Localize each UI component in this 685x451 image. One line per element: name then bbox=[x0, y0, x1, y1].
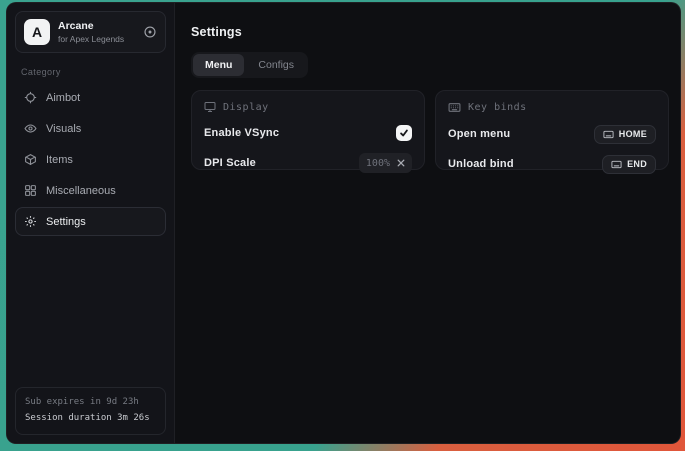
app-header-card: A Arcane for Apex Legends bbox=[15, 11, 166, 53]
vsync-checkbox[interactable] bbox=[396, 125, 412, 141]
session-duration-text: Session duration 3m 26s bbox=[25, 411, 156, 426]
main-content: Settings Menu Configs Display bbox=[175, 3, 681, 443]
sidebar-item-visuals[interactable]: Visuals bbox=[15, 114, 166, 143]
crosshair-icon bbox=[24, 91, 37, 104]
sidebar-item-aimbot[interactable]: Aimbot bbox=[15, 83, 166, 112]
open-menu-bind-button[interactable]: HOME bbox=[594, 125, 656, 144]
subscription-info: Sub expires in 9d 23h Session duration 3… bbox=[15, 387, 166, 435]
sidebar-item-label: Aimbot bbox=[46, 92, 80, 104]
category-label: Category bbox=[21, 67, 160, 77]
clear-icon[interactable] bbox=[397, 159, 405, 167]
app-window: A Arcane for Apex Legends Category bbox=[6, 2, 681, 444]
gear-icon bbox=[24, 215, 37, 228]
open-menu-label: Open menu bbox=[448, 128, 510, 140]
sidebar-item-items[interactable]: Items bbox=[15, 145, 166, 174]
dpi-row: DPI Scale 100% bbox=[204, 153, 412, 173]
page-title: Settings bbox=[191, 25, 669, 39]
unload-bind-label: Unload bind bbox=[448, 158, 514, 170]
cube-icon bbox=[24, 153, 37, 166]
sidebar-item-settings[interactable]: Settings bbox=[15, 207, 166, 236]
sidebar-nav: Aimbot Visuals Items bbox=[15, 83, 166, 236]
display-card-title: Display bbox=[223, 102, 269, 113]
target-circle-icon[interactable] bbox=[143, 25, 157, 39]
keybinds-card: Key binds Open menu HOME Unload bin bbox=[435, 90, 669, 170]
app-subtitle: for Apex Legends bbox=[58, 34, 124, 44]
unload-bind-key: END bbox=[627, 159, 647, 169]
sidebar-item-label: Settings bbox=[46, 216, 86, 228]
keyboard-icon bbox=[603, 129, 614, 140]
dpi-value: 100% bbox=[366, 158, 390, 169]
sidebar-item-label: Miscellaneous bbox=[46, 185, 116, 197]
eye-icon bbox=[24, 122, 37, 135]
sidebar: A Arcane for Apex Legends Category bbox=[7, 3, 175, 443]
grid-icon bbox=[24, 184, 37, 197]
dpi-label: DPI Scale bbox=[204, 157, 256, 169]
sidebar-item-label: Visuals bbox=[46, 123, 81, 135]
unload-bind-button[interactable]: END bbox=[602, 155, 656, 174]
tab-configs[interactable]: Configs bbox=[246, 54, 306, 76]
check-icon bbox=[399, 128, 409, 138]
open-menu-key: HOME bbox=[619, 129, 647, 139]
sidebar-item-label: Items bbox=[46, 154, 73, 166]
sidebar-item-miscellaneous[interactable]: Miscellaneous bbox=[15, 176, 166, 205]
app-name: Arcane bbox=[58, 20, 124, 32]
keyboard-icon bbox=[448, 101, 461, 114]
keybinds-card-title: Key binds bbox=[468, 102, 527, 113]
open-menu-row: Open menu HOME bbox=[448, 124, 656, 144]
tab-menu[interactable]: Menu bbox=[193, 54, 244, 76]
vsync-row: Enable VSync bbox=[204, 123, 412, 143]
monitor-icon bbox=[204, 101, 216, 113]
display-card: Display Enable VSync DPI Scale 100% bbox=[191, 90, 425, 170]
tab-bar: Menu Configs bbox=[191, 52, 308, 78]
unload-bind-row: Unload bind END bbox=[448, 154, 656, 174]
keyboard-icon bbox=[611, 159, 622, 170]
sub-expires-text: Sub expires in 9d 23h bbox=[25, 395, 156, 410]
app-logo: A bbox=[24, 19, 50, 45]
dpi-scale-input[interactable]: 100% bbox=[359, 153, 412, 173]
vsync-label: Enable VSync bbox=[204, 127, 279, 139]
